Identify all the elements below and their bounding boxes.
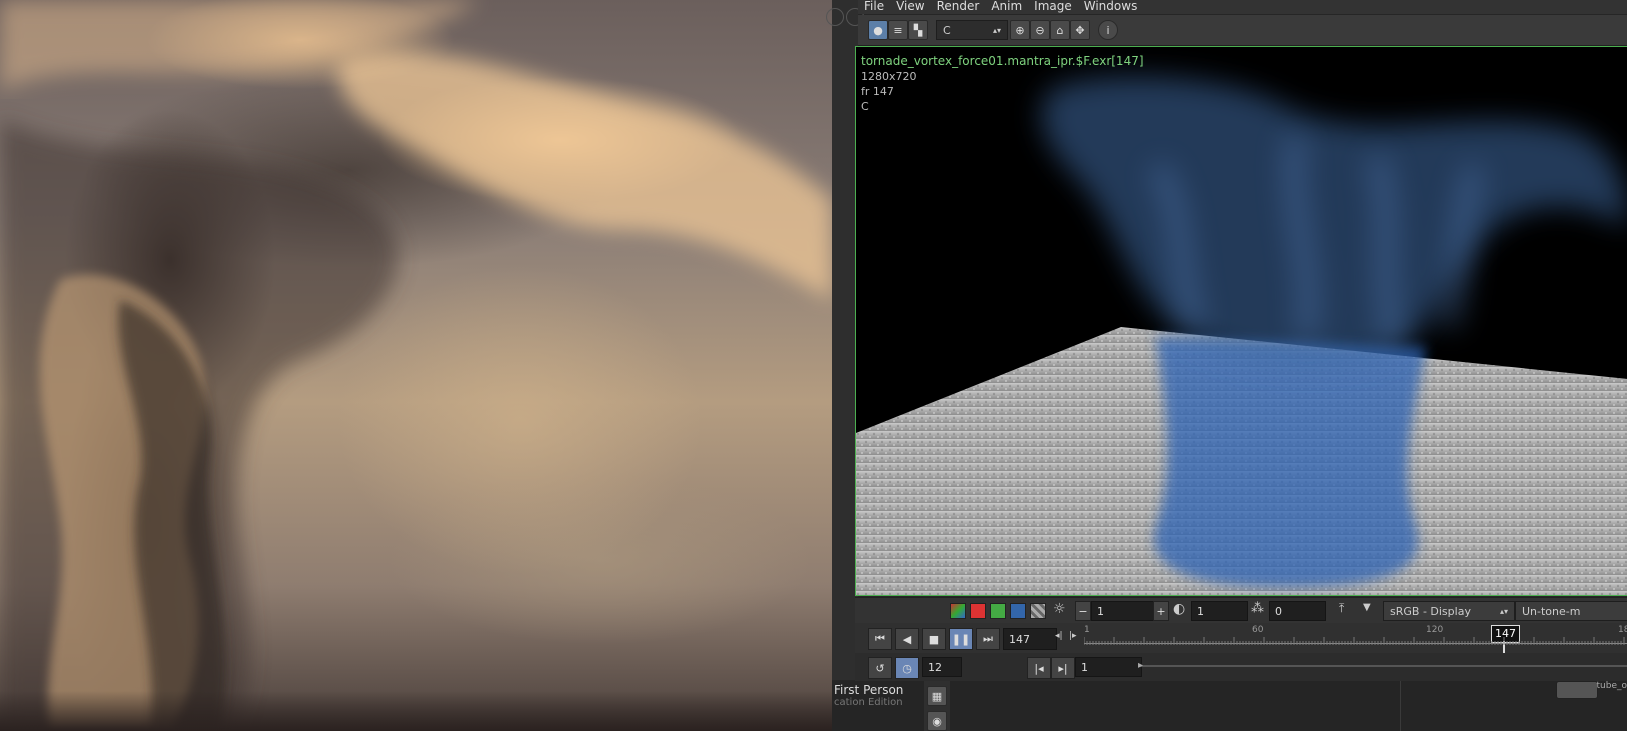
jump-end-button[interactable]: ⏭ — [976, 628, 1000, 650]
alpha-channel-icon[interactable] — [1030, 603, 1046, 619]
snapshot-icon[interactable]: ▚ — [908, 20, 928, 40]
jump-start-button[interactable]: ⏮ — [868, 628, 892, 650]
timeline-ruler[interactable]: 1 60 120 18 147 — [1084, 625, 1627, 653]
range-start-field[interactable]: 1 — [1075, 657, 1142, 677]
render-filename: tornade_vortex_force01.mantra_ipr.$F.exr… — [861, 54, 1144, 68]
node-name: tube_o — [1596, 681, 1627, 691]
lut-icon[interactable]: ⤒ — [1339, 601, 1344, 616]
green-channel-icon[interactable] — [990, 603, 1006, 619]
menu-render[interactable]: Render — [931, 0, 986, 14]
render-view-panel: File View Render Anim Image Windows ● ≡ … — [826, 0, 1627, 731]
render-resolution: 1280x720 — [861, 70, 917, 83]
zoom-in-icon[interactable]: ⊕ — [1010, 20, 1030, 40]
gamma-field[interactable]: 1 — [1191, 601, 1248, 621]
red-channel-icon[interactable] — [970, 603, 986, 619]
eye-icon[interactable]: ◉ — [927, 711, 947, 731]
display-controls: ☼ − 1 + ◐ 1 ⁂ 0 ⤒ ▼ sRGB - Display ▴▾ Un… — [855, 597, 1627, 624]
menu-bar: File View Render Anim Image Windows — [858, 0, 1627, 14]
exposure-field[interactable]: 1 — [1091, 601, 1158, 621]
stop-button[interactable]: ■ — [922, 628, 946, 650]
play-reverse-button[interactable]: ◀ — [895, 628, 919, 650]
tornado-funnel — [1154, 337, 1426, 587]
exposure-icon[interactable]: ☼ — [1053, 601, 1066, 617]
pane-separator — [1400, 681, 1401, 731]
grid-icon[interactable]: ▦ — [927, 686, 947, 706]
color-space-select[interactable]: sRGB - Display ▴▾ — [1383, 601, 1515, 621]
home-icon[interactable]: ⌂ — [1050, 20, 1070, 40]
render-toolbar: ● ≡ ▚ C ▴▾ ⊕ ⊖ ⌂ ✥ i — [858, 15, 1627, 46]
ruler-ticks — [1084, 637, 1625, 645]
terrain-render — [856, 76, 1627, 595]
step-back-icon[interactable]: ◂| — [1055, 631, 1063, 641]
range-slider-track[interactable] — [1139, 665, 1627, 667]
menu-windows[interactable]: Windows — [1078, 0, 1144, 14]
tone-map-value: Un-tone-m — [1522, 604, 1581, 618]
loop-button[interactable]: ↺ — [868, 657, 892, 679]
menu-view[interactable]: View — [890, 0, 930, 14]
range-controls: ↺ ◷ 12 |◂ ▸| 1 ▸ — [855, 653, 1627, 682]
render-viewport[interactable]: tornade_vortex_force01.mantra_ipr.$F.exr… — [855, 46, 1627, 596]
node-tile[interactable] — [1556, 681, 1598, 699]
realtime-button[interactable]: ◷ — [895, 657, 919, 679]
sphere-icon[interactable]: ● — [868, 20, 888, 40]
pane-toggle-icon[interactable] — [826, 8, 844, 26]
reference-photo — [0, 0, 832, 731]
current-frame-field[interactable]: 147 — [1003, 628, 1057, 650]
ground-shadow — [0, 691, 832, 731]
color-space-value: sRGB - Display — [1390, 604, 1471, 618]
toolbar-strip: ▦ ◉ — [924, 681, 950, 731]
render-region-icon[interactable]: ≡ — [888, 20, 908, 40]
info-icon[interactable]: i — [1098, 20, 1118, 40]
edition-label: cation Edition — [834, 697, 903, 708]
render-plane: C — [861, 100, 869, 113]
zoom-out-icon[interactable]: ⊖ — [1030, 20, 1050, 40]
fps-field[interactable]: 12 — [922, 657, 962, 677]
offset-icon[interactable]: ⁂ — [1251, 601, 1264, 616]
spinner-icon: ▴▾ — [992, 25, 1001, 35]
menu-image[interactable]: Image — [1028, 0, 1078, 14]
tone-map-select[interactable]: Un-tone-m — [1515, 601, 1627, 621]
exposure-decrement-button[interactable]: − — [1075, 601, 1091, 621]
range-end-button[interactable]: ▸| — [1051, 657, 1075, 679]
frame-icon[interactable]: ✥ — [1070, 20, 1090, 40]
playback-controls: ⏮ ◀ ■ ❚❚ ⏭ 147 ◂| |▸ 1 60 120 18 147 — [855, 623, 1627, 653]
gamma-icon[interactable]: ◐ — [1173, 601, 1185, 617]
lower-pane: First Person cation Edition ▦ ◉ tube_o — [832, 681, 1627, 731]
channel-value: C — [943, 23, 951, 37]
rgb-channel-icon[interactable] — [950, 603, 966, 619]
lut-dropdown-icon[interactable]: ▼ — [1363, 602, 1371, 613]
range-start-button[interactable]: |◂ — [1027, 657, 1051, 679]
channel-select[interactable]: C ▴▾ — [936, 20, 1008, 40]
offset-field[interactable]: 0 — [1269, 601, 1326, 621]
blue-channel-icon[interactable] — [1010, 603, 1026, 619]
spinner-icon: ▴▾ — [1499, 606, 1508, 616]
camera-label: First Person — [834, 683, 904, 697]
menu-anim[interactable]: Anim — [985, 0, 1028, 14]
render-info-overlay: tornade_vortex_force01.mantra_ipr.$F.exr… — [861, 54, 1144, 114]
render-frame: fr 147 — [861, 85, 894, 98]
tornado-cloud — [1041, 76, 1627, 366]
menu-file[interactable]: File — [858, 0, 890, 14]
tornado-photo-art — [0, 0, 832, 731]
step-forward-icon[interactable]: |▸ — [1069, 631, 1077, 641]
exposure-increment-button[interactable]: + — [1153, 601, 1169, 621]
pause-button[interactable]: ❚❚ — [949, 628, 973, 650]
range-slider-handle[interactable]: ▸ — [1138, 660, 1143, 671]
